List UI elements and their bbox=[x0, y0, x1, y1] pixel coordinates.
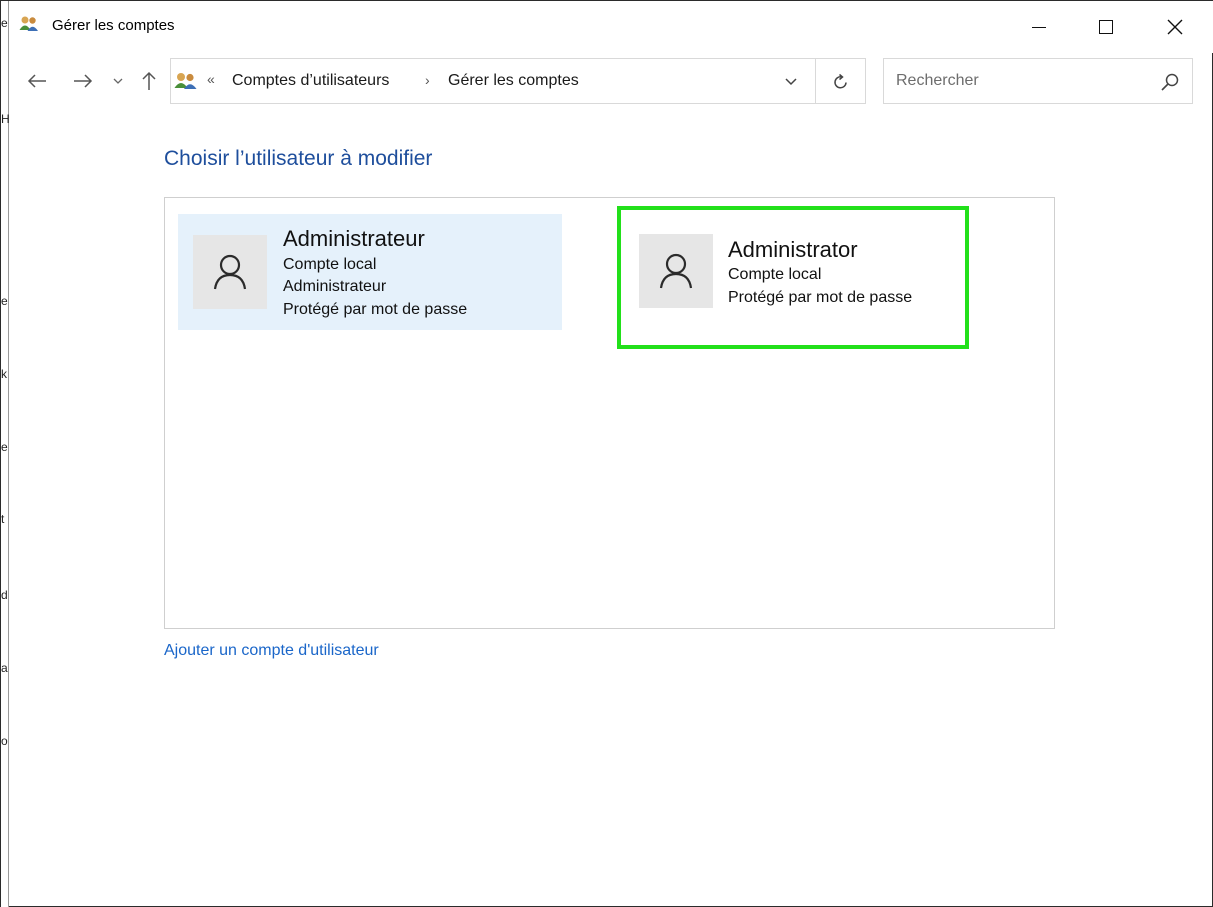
edge-letter: k bbox=[1, 367, 7, 381]
account-name: Administrateur bbox=[283, 226, 425, 251]
forward-button[interactable] bbox=[71, 69, 95, 93]
account-list-panel: Administrateur Compte local Administrate… bbox=[164, 197, 1055, 629]
edge-letter: e bbox=[1, 440, 8, 454]
avatar bbox=[193, 235, 267, 309]
recent-locations-button[interactable] bbox=[111, 69, 125, 93]
account-name: Administrator bbox=[728, 237, 858, 262]
chevron-down-icon bbox=[113, 78, 123, 84]
edge-letter: o bbox=[1, 734, 8, 748]
breadcrumb-user-accounts[interactable]: Comptes d’utilisateurs bbox=[232, 72, 389, 90]
user-accounts-icon bbox=[174, 73, 197, 89]
user-icon bbox=[659, 253, 693, 289]
edge-letter: H bbox=[1, 112, 10, 126]
avatar bbox=[639, 234, 713, 308]
account-type: Compte local bbox=[283, 256, 377, 273]
up-button[interactable] bbox=[137, 69, 161, 93]
address-divider bbox=[815, 59, 816, 103]
back-button[interactable] bbox=[25, 69, 49, 93]
breadcrumb-overflow[interactable]: « bbox=[207, 71, 215, 87]
user-icon bbox=[213, 254, 247, 290]
add-user-account-link[interactable]: Ajouter un compte d'utilisateur bbox=[164, 642, 379, 660]
minimize-icon bbox=[1032, 26, 1046, 28]
account-password-status: Protégé par mot de passe bbox=[728, 289, 913, 306]
maximize-button[interactable] bbox=[1078, 1, 1134, 53]
edge-letter: e bbox=[1, 16, 8, 30]
minimize-button[interactable] bbox=[1011, 1, 1067, 53]
window-title: Gérer les comptes bbox=[52, 17, 175, 34]
account-type: Compte local bbox=[728, 266, 822, 283]
refresh-button[interactable] bbox=[826, 69, 856, 95]
maximize-icon bbox=[1099, 20, 1113, 34]
title-bar[interactable]: Gérer les comptes bbox=[9, 1, 1213, 53]
account-card-administrator[interactable]: Administrator Compte local Protégé par m… bbox=[623, 214, 1007, 330]
close-icon bbox=[1167, 19, 1183, 35]
account-role: Administrateur bbox=[283, 278, 387, 295]
arrow-right-icon bbox=[74, 74, 93, 88]
search-box[interactable] bbox=[883, 58, 1193, 104]
manage-accounts-window: e H e k e t d a o Gérer les comptes « Co… bbox=[0, 0, 1213, 907]
arrow-left-icon bbox=[27, 74, 46, 88]
edge-letter: d bbox=[1, 588, 8, 602]
arrow-up-icon bbox=[142, 71, 156, 90]
address-bar[interactable]: « Comptes d’utilisateurs › Gérer les com… bbox=[170, 58, 866, 104]
background-window-edge: e H e k e t d a o bbox=[1, 1, 10, 907]
breadcrumb-manage-accounts[interactable]: Gérer les comptes bbox=[448, 72, 579, 90]
account-card-administrateur[interactable]: Administrateur Compte local Administrate… bbox=[178, 214, 562, 330]
edge-letter: e bbox=[1, 294, 8, 308]
chevron-down-icon bbox=[785, 78, 797, 86]
breadcrumb-separator[interactable]: › bbox=[425, 72, 430, 88]
account-password-status: Protégé par mot de passe bbox=[283, 301, 468, 318]
edge-letter: t bbox=[1, 512, 5, 526]
address-history-button[interactable] bbox=[776, 69, 806, 95]
user-accounts-icon bbox=[19, 16, 38, 31]
search-input[interactable] bbox=[896, 69, 1146, 93]
close-button[interactable] bbox=[1147, 1, 1203, 53]
refresh-icon bbox=[834, 73, 847, 89]
edge-letter: a bbox=[1, 661, 8, 675]
page-title: Choisir l’utilisateur à modifier bbox=[164, 147, 433, 170]
search-icon[interactable] bbox=[1159, 71, 1181, 93]
